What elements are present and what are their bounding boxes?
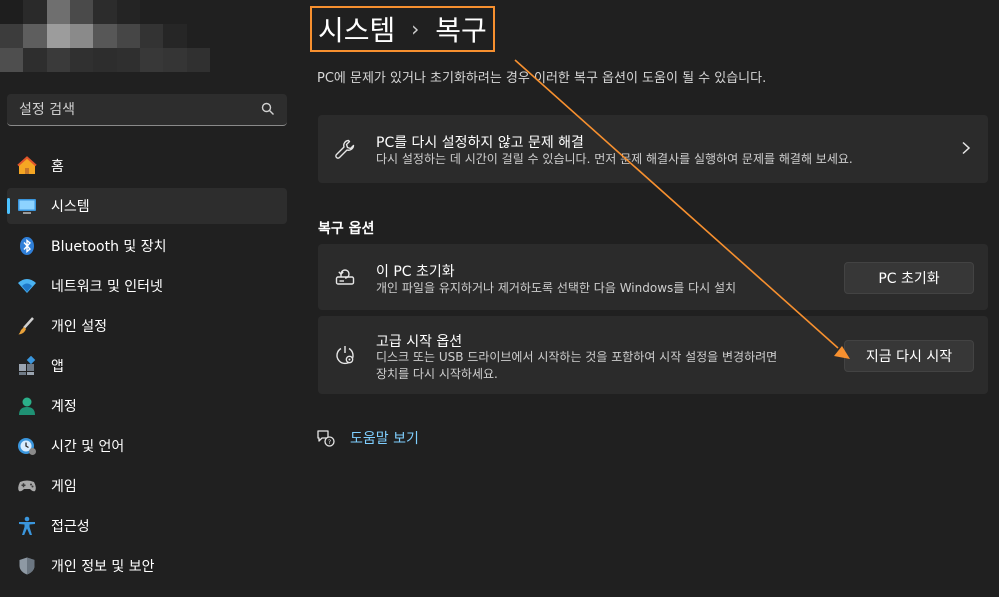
reset-pc-button[interactable]: PC 초기화 [844, 262, 974, 294]
account-icon [17, 396, 37, 416]
sidebar-item-label: Bluetooth 및 장치 [51, 239, 167, 255]
page-title: 복구 [435, 14, 487, 47]
troubleshoot-title: PC를 다시 설정하지 않고 문제 해결 [376, 135, 584, 151]
troubleshoot-card[interactable]: PC를 다시 설정하지 않고 문제 해결 다시 설정하는 데 시간이 걸릴 수 … [318, 115, 988, 183]
chevron-right-icon [962, 141, 971, 155]
gamepad-icon [17, 476, 37, 496]
main-content: 시스템 › 복구 PC에 문제가 있거나 초기화하려는 경우 이러한 복구 옵션… [300, 0, 999, 597]
accessibility-icon [17, 516, 37, 536]
help-icon: ? [317, 430, 335, 447]
system-icon [17, 196, 37, 216]
sidebar-item-label: 네트워크 및 인터넷 [51, 279, 163, 295]
page-description: PC에 문제가 있거나 초기화하려는 경우 이러한 복구 옵션이 도움이 될 수… [317, 71, 767, 86]
sidebar-item-label: 홈 [51, 159, 64, 175]
advanced-startup-subtitle-line2: 장치를 다시 시작하세요. [376, 367, 498, 381]
help-link[interactable]: ? 도움말 보기 [316, 428, 419, 448]
sidebar-item-privacy-security[interactable]: 개인 정보 및 보안 [7, 548, 287, 584]
sidebar-nav: 홈 시스템 Bluetooth 및 장치 네트워크 및 인터넷 개인 설정 앱 … [7, 148, 287, 588]
sidebar-item-label: 게임 [51, 479, 77, 495]
apps-icon [17, 356, 37, 376]
restart-now-button[interactable]: 지금 다시 시작 [844, 340, 974, 372]
sidebar-item-label: 시간 및 언어 [51, 439, 125, 455]
advanced-startup-card: 고급 시작 옵션 디스크 또는 USB 드라이브에서 시작하는 것을 포함하여 … [318, 316, 988, 394]
sidebar-item-personalization[interactable]: 개인 설정 [7, 308, 287, 344]
clock-globe-icon [17, 436, 37, 456]
sidebar-item-home[interactable]: 홈 [7, 148, 287, 184]
breadcrumb-parent[interactable]: 시스템 [318, 9, 395, 49]
sidebar-item-gaming[interactable]: 게임 [7, 468, 287, 504]
avatar[interactable] [0, 0, 210, 72]
reset-pc-card: 이 PC 초기화 개인 파일을 유지하거나 제거하도록 선택한 다음 Windo… [318, 244, 988, 310]
sidebar-item-label: 계정 [51, 399, 77, 415]
sidebar-item-label: 개인 설정 [51, 319, 107, 335]
help-link-label: 도움말 보기 [350, 431, 419, 447]
sidebar-item-accessibility[interactable]: 접근성 [7, 508, 287, 544]
search-icon [261, 102, 274, 115]
advanced-startup-subtitle-line1: 디스크 또는 USB 드라이브에서 시작하는 것을 포함하여 시작 설정을 변경… [376, 350, 778, 364]
sidebar-item-system[interactable]: 시스템 [7, 188, 287, 224]
search-box[interactable] [7, 94, 287, 126]
sidebar-item-label: 앱 [51, 359, 64, 375]
advanced-startup-icon [336, 346, 354, 365]
wrench-icon [335, 139, 355, 159]
advanced-startup-title: 고급 시작 옵션 [376, 334, 463, 350]
reset-pc-title: 이 PC 초기화 [376, 264, 455, 280]
sidebar-item-bluetooth[interactable]: Bluetooth 및 장치 [7, 228, 287, 264]
sidebar-item-label: 접근성 [51, 519, 90, 535]
sidebar-item-label: 개인 정보 및 보안 [51, 559, 155, 575]
svg-text:?: ? [328, 438, 331, 446]
shield-icon [17, 556, 37, 576]
home-icon [17, 156, 37, 176]
chevron-right-icon: › [411, 17, 420, 41]
breadcrumb: 시스템 › 복구 [310, 6, 495, 52]
troubleshoot-subtitle: 다시 설정하는 데 시간이 걸릴 수 있습니다. 먼저 문제 해결사를 실행하여… [376, 152, 853, 166]
wifi-icon [17, 276, 37, 296]
sidebar-item-accounts[interactable]: 계정 [7, 388, 287, 424]
sidebar-item-network[interactable]: 네트워크 및 인터넷 [7, 268, 287, 304]
reset-pc-subtitle: 개인 파일을 유지하거나 제거하도록 선택한 다음 Windows를 다시 설치 [376, 281, 737, 295]
reset-pc-icon [335, 269, 355, 285]
brush-icon [17, 316, 37, 336]
bluetooth-icon [17, 236, 37, 256]
sidebar-item-label: 시스템 [51, 199, 90, 215]
sidebar-item-apps[interactable]: 앱 [7, 348, 287, 384]
sidebar-item-time-language[interactable]: 시간 및 언어 [7, 428, 287, 464]
sidebar: 홈 시스템 Bluetooth 및 장치 네트워크 및 인터넷 개인 설정 [0, 0, 300, 597]
search-input[interactable] [7, 94, 287, 125]
section-title: 복구 옵션 [318, 221, 375, 237]
